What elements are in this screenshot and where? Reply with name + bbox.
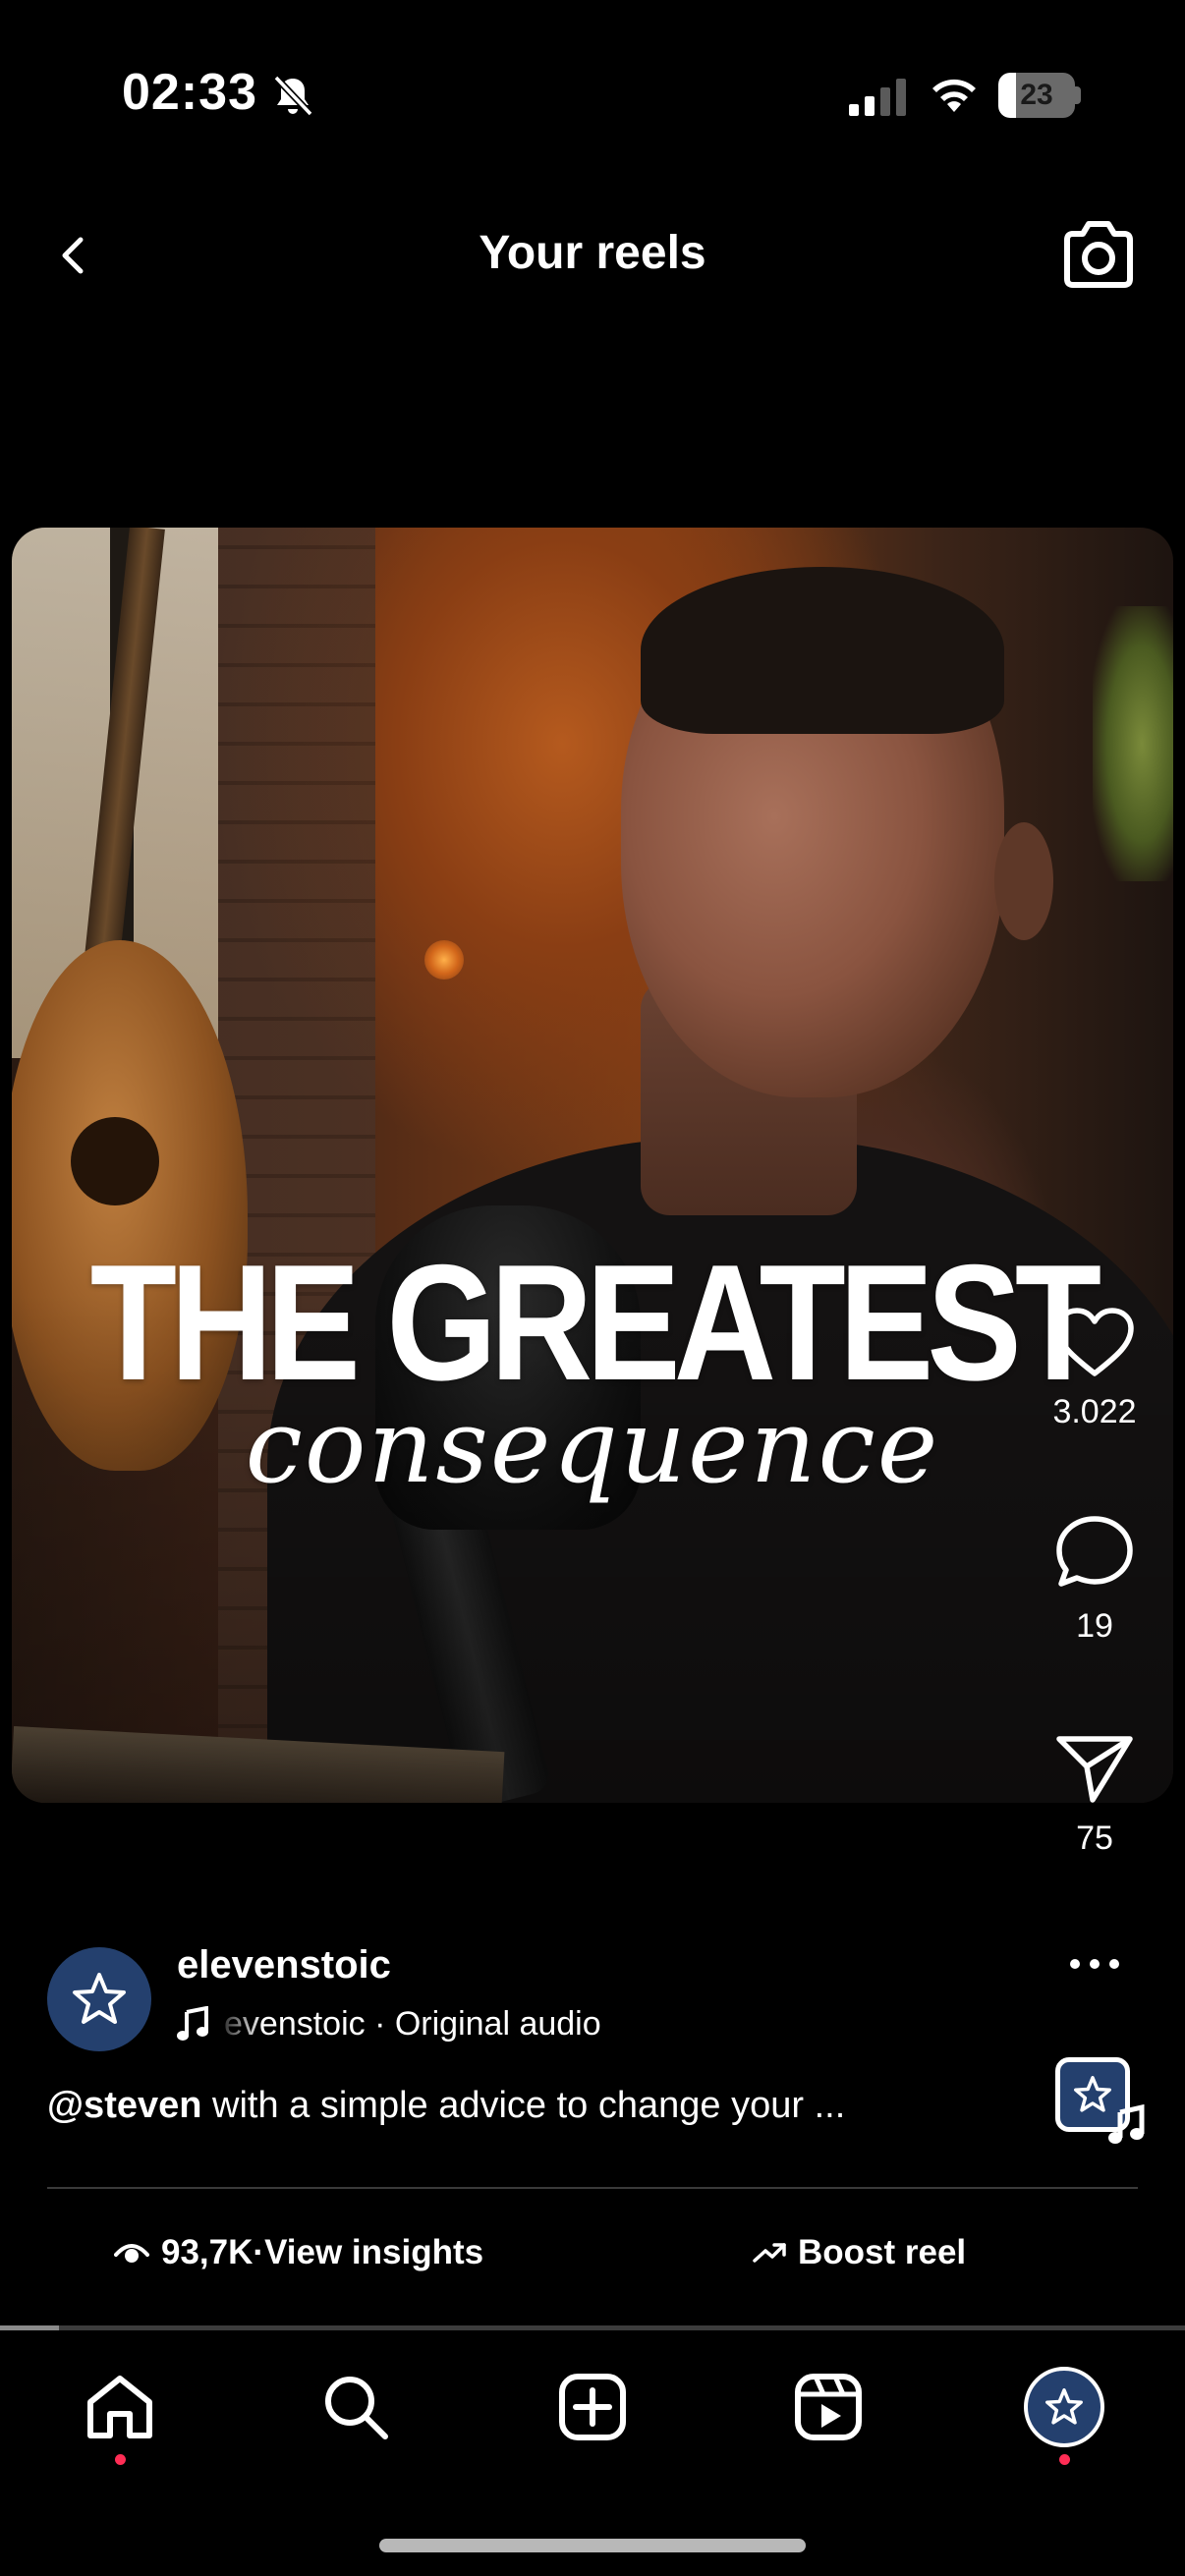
audio-thumbnail[interactable]	[1051, 2055, 1145, 2146]
status-time: 02:33	[122, 64, 257, 121]
trending-up-icon	[753, 2243, 786, 2263]
divider	[47, 2187, 1138, 2189]
comment-count: 19	[1076, 1607, 1113, 1645]
send-icon[interactable]	[1053, 1731, 1136, 1806]
wifi-icon	[932, 79, 976, 112]
tab-profile[interactable]	[1023, 2366, 1105, 2448]
comment-action[interactable]: 19	[1045, 1513, 1144, 1646]
eye-icon	[114, 2244, 149, 2263]
tab-home[interactable]	[79, 2366, 161, 2448]
battery-indicator: 23	[998, 73, 1081, 118]
page-title: Your reels	[479, 227, 706, 279]
audio-link[interactable]: evenstoic · Original audio	[177, 2002, 601, 2045]
cellular-signal-icon	[849, 79, 906, 116]
status-bar: 02:33 23	[0, 0, 1185, 187]
view-count: 93,7K	[161, 2233, 254, 2271]
video-overlay-subtitle: consequence	[245, 1386, 940, 1506]
profile-notification-dot	[1059, 2454, 1070, 2465]
music-note-icon	[177, 2006, 208, 2041]
caption-text: with a simple advice to change your ...	[201, 2085, 846, 2126]
battery-percent: 23	[1020, 79, 1053, 111]
boost-label: Boost reel	[798, 2233, 967, 2271]
reel-screen: 02:33 23 Your reels THE GREATEST consequ…	[0, 0, 1185, 2576]
search-icon	[325, 2377, 388, 2439]
header: Your reels	[0, 196, 1185, 314]
comment-icon[interactable]	[1052, 1513, 1137, 1594]
caption[interactable]: @steven with a simple advice to change y…	[47, 2085, 845, 2127]
audio-label: evenstoic · Original audio	[224, 2004, 601, 2043]
share-action[interactable]: 75	[1045, 1731, 1144, 1858]
profile-avatar	[1024, 2367, 1104, 2447]
video-progress-fill	[0, 2325, 60, 2330]
boost-reel-button[interactable]: Boost reel	[753, 2230, 966, 2275]
home-icon	[87, 2376, 152, 2438]
reels-icon	[795, 2374, 862, 2440]
author-avatar[interactable]	[47, 1947, 151, 2051]
caption-mention[interactable]: @steven	[47, 2085, 201, 2126]
share-count: 75	[1076, 1820, 1113, 1857]
video-progress-bar[interactable]	[0, 2325, 1185, 2330]
more-options-button[interactable]	[1065, 1949, 1124, 1979]
tab-create[interactable]	[551, 2366, 634, 2448]
star-icon	[1045, 2388, 1083, 2425]
view-insights-button[interactable]: 93,7K · View insights	[114, 2230, 483, 2275]
tab-reels[interactable]	[787, 2366, 870, 2448]
tab-search[interactable]	[314, 2366, 397, 2448]
heart-icon[interactable]	[1052, 1305, 1137, 1379]
video-overlay-title: THE GREATEST	[89, 1230, 1101, 1415]
like-action[interactable]: 3.022	[1045, 1305, 1144, 1431]
like-count: 3.022	[1052, 1393, 1137, 1430]
author-username[interactable]: elevenstoic	[177, 1943, 391, 1988]
view-insights-label: View insights	[264, 2233, 484, 2271]
star-icon	[73, 1973, 126, 2024]
home-notification-dot	[115, 2454, 126, 2465]
reel-video[interactable]	[12, 528, 1173, 1803]
camera-button[interactable]	[1057, 216, 1140, 293]
bell-slash-icon	[273, 75, 313, 117]
music-note-icon	[1108, 2104, 1145, 2144]
home-indicator	[379, 2539, 806, 2552]
plus-square-icon	[559, 2374, 626, 2440]
